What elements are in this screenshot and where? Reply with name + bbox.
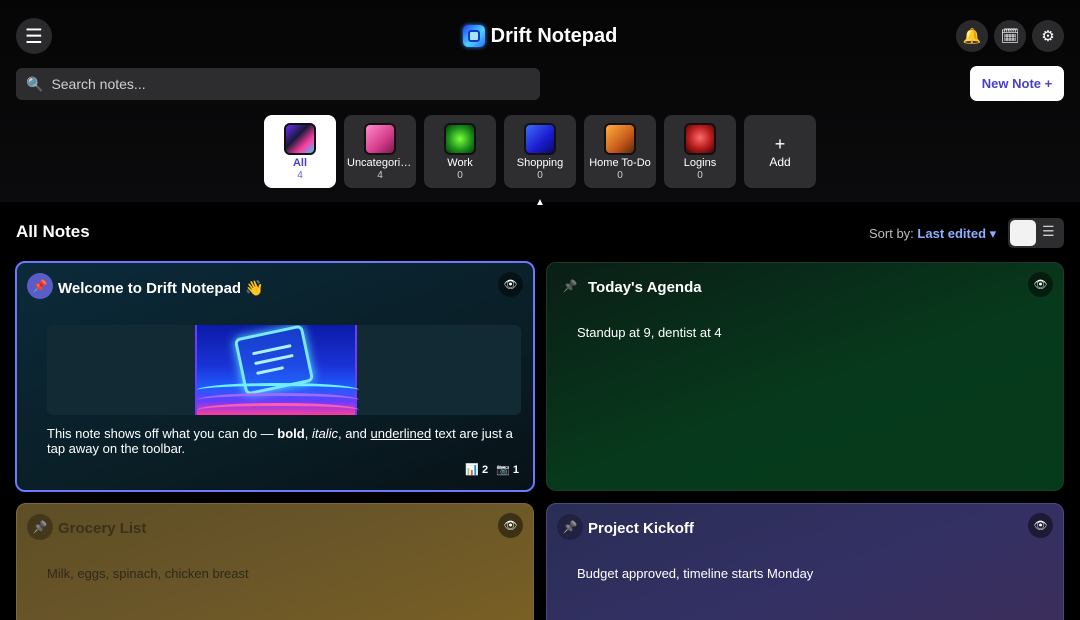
category-work[interactable]: Work 0 xyxy=(424,115,496,188)
calendar-button[interactable]: 🗓 xyxy=(994,20,1026,52)
note-title: Project Kickoff xyxy=(588,520,694,537)
pin-icon[interactable]: 📌 xyxy=(27,514,53,540)
app-logo-icon xyxy=(462,25,485,47)
add-category-button[interactable]: + Add xyxy=(744,115,816,188)
sort-dropdown[interactable]: Last edited ▾ xyxy=(917,226,996,241)
note-card-kickoff[interactable]: 📌 Project Kickoff 👁 Budget approved, tim… xyxy=(546,503,1064,620)
note-preview-text: This note shows off what you can do — bo… xyxy=(47,426,513,456)
search-bar[interactable]: 🔍 xyxy=(16,68,540,100)
gear-icon: ⚙ xyxy=(1041,28,1055,45)
category-name: Shopping xyxy=(516,157,564,169)
category-all[interactable]: All 4 xyxy=(264,115,336,188)
photo-attachment-count: 📷 1 xyxy=(496,464,519,476)
app-root: ☰ Drift Notepad 🔔 🗓 ⚙ 🔍 New Note + All 4… xyxy=(0,0,1080,620)
eye-icon[interactable]: 👁 xyxy=(498,513,523,538)
collapse-categories-icon[interactable]: ▲ xyxy=(535,197,545,208)
note-card-agenda[interactable]: 📌 Today's Agenda 👁 Standup at 9, dentist… xyxy=(546,262,1064,491)
note-title: Welcome to Drift Notepad 👋 xyxy=(58,280,264,297)
bell-icon: 🔔 xyxy=(962,28,982,45)
note-attachments: 📊 2 📷 1 xyxy=(465,463,519,476)
calendar-icon: 🗓 xyxy=(1000,28,1020,45)
add-category-label: Add xyxy=(769,155,791,169)
new-note-button[interactable]: New Note + xyxy=(970,66,1064,101)
category-uncategorized-icon xyxy=(364,123,396,155)
category-name: Uncategorized xyxy=(347,157,413,169)
pin-icon[interactable]: 📌 xyxy=(557,514,583,540)
category-name: Home To-Do xyxy=(589,157,651,169)
category-count: 0 xyxy=(697,170,703,181)
view-toggle: ☰ xyxy=(1008,218,1064,248)
category-count: 0 xyxy=(537,170,543,181)
note-card-grocery[interactable]: 📌 Grocery List 👁 Milk, eggs, spinach, ch… xyxy=(16,503,534,620)
section-title: All Notes xyxy=(16,222,90,241)
list-view-icon[interactable]: ☰ xyxy=(1042,223,1055,240)
note-title: Today's Agenda xyxy=(588,279,702,296)
app-title: Drift Notepad xyxy=(0,22,1080,50)
grid-view-button[interactable] xyxy=(1010,220,1036,246)
note-media-strip xyxy=(47,325,521,415)
camera-icon: 📷 xyxy=(496,464,510,476)
category-shopping-icon xyxy=(524,123,556,155)
category-count: 4 xyxy=(297,170,303,181)
pin-icon[interactable]: 📌 xyxy=(557,273,583,299)
settings-button[interactable]: ⚙ xyxy=(1032,20,1064,52)
search-input[interactable] xyxy=(51,76,522,92)
category-home-todo-icon xyxy=(604,123,636,155)
notifications-button[interactable]: 🔔 xyxy=(956,20,988,52)
note-preview-text: Budget approved, timeline starts Monday xyxy=(577,566,814,581)
note-title: Grocery List xyxy=(58,520,147,537)
category-name: Work xyxy=(447,157,473,169)
category-all-icon xyxy=(284,123,316,155)
sort-control: Sort by: Last edited ▾ xyxy=(869,226,996,242)
app-title-text: Drift Notepad xyxy=(490,24,618,47)
plus-icon: + xyxy=(774,134,786,154)
category-logins-icon xyxy=(684,123,716,155)
category-name: All xyxy=(292,157,308,169)
eye-icon[interactable]: 👁 xyxy=(1028,513,1053,538)
category-logins[interactable]: Logins 0 xyxy=(664,115,736,188)
category-shopping[interactable]: Shopping 0 xyxy=(504,115,576,188)
eye-icon[interactable]: 👁 xyxy=(1028,272,1053,297)
note-preview-text: Milk, eggs, spinach, chicken breast xyxy=(47,566,249,581)
category-uncategorized[interactable]: Uncategorized 4 xyxy=(344,115,416,188)
category-count: 0 xyxy=(617,170,623,181)
category-work-icon xyxy=(444,123,476,155)
note-preview-text: Standup at 9, dentist at 4 xyxy=(577,325,722,340)
search-icon: 🔍 xyxy=(26,75,44,92)
note-image-thumbnail[interactable] xyxy=(195,325,359,415)
pin-icon[interactable]: 📌 xyxy=(27,273,53,299)
category-count: 4 xyxy=(377,170,383,181)
sort-label: Sort by: xyxy=(869,226,914,241)
chart-icon: 📊 xyxy=(465,464,479,476)
category-home-todo[interactable]: Home To-Do 0 xyxy=(584,115,656,188)
eye-icon[interactable]: 👁 xyxy=(498,272,523,297)
chart-attachment-count: 📊 2 xyxy=(465,464,489,476)
category-count: 0 xyxy=(457,170,463,181)
category-name: Logins xyxy=(683,157,717,169)
note-card-welcome[interactable]: 📌 Welcome to Drift Notepad 👋 👁 This note… xyxy=(15,261,535,492)
